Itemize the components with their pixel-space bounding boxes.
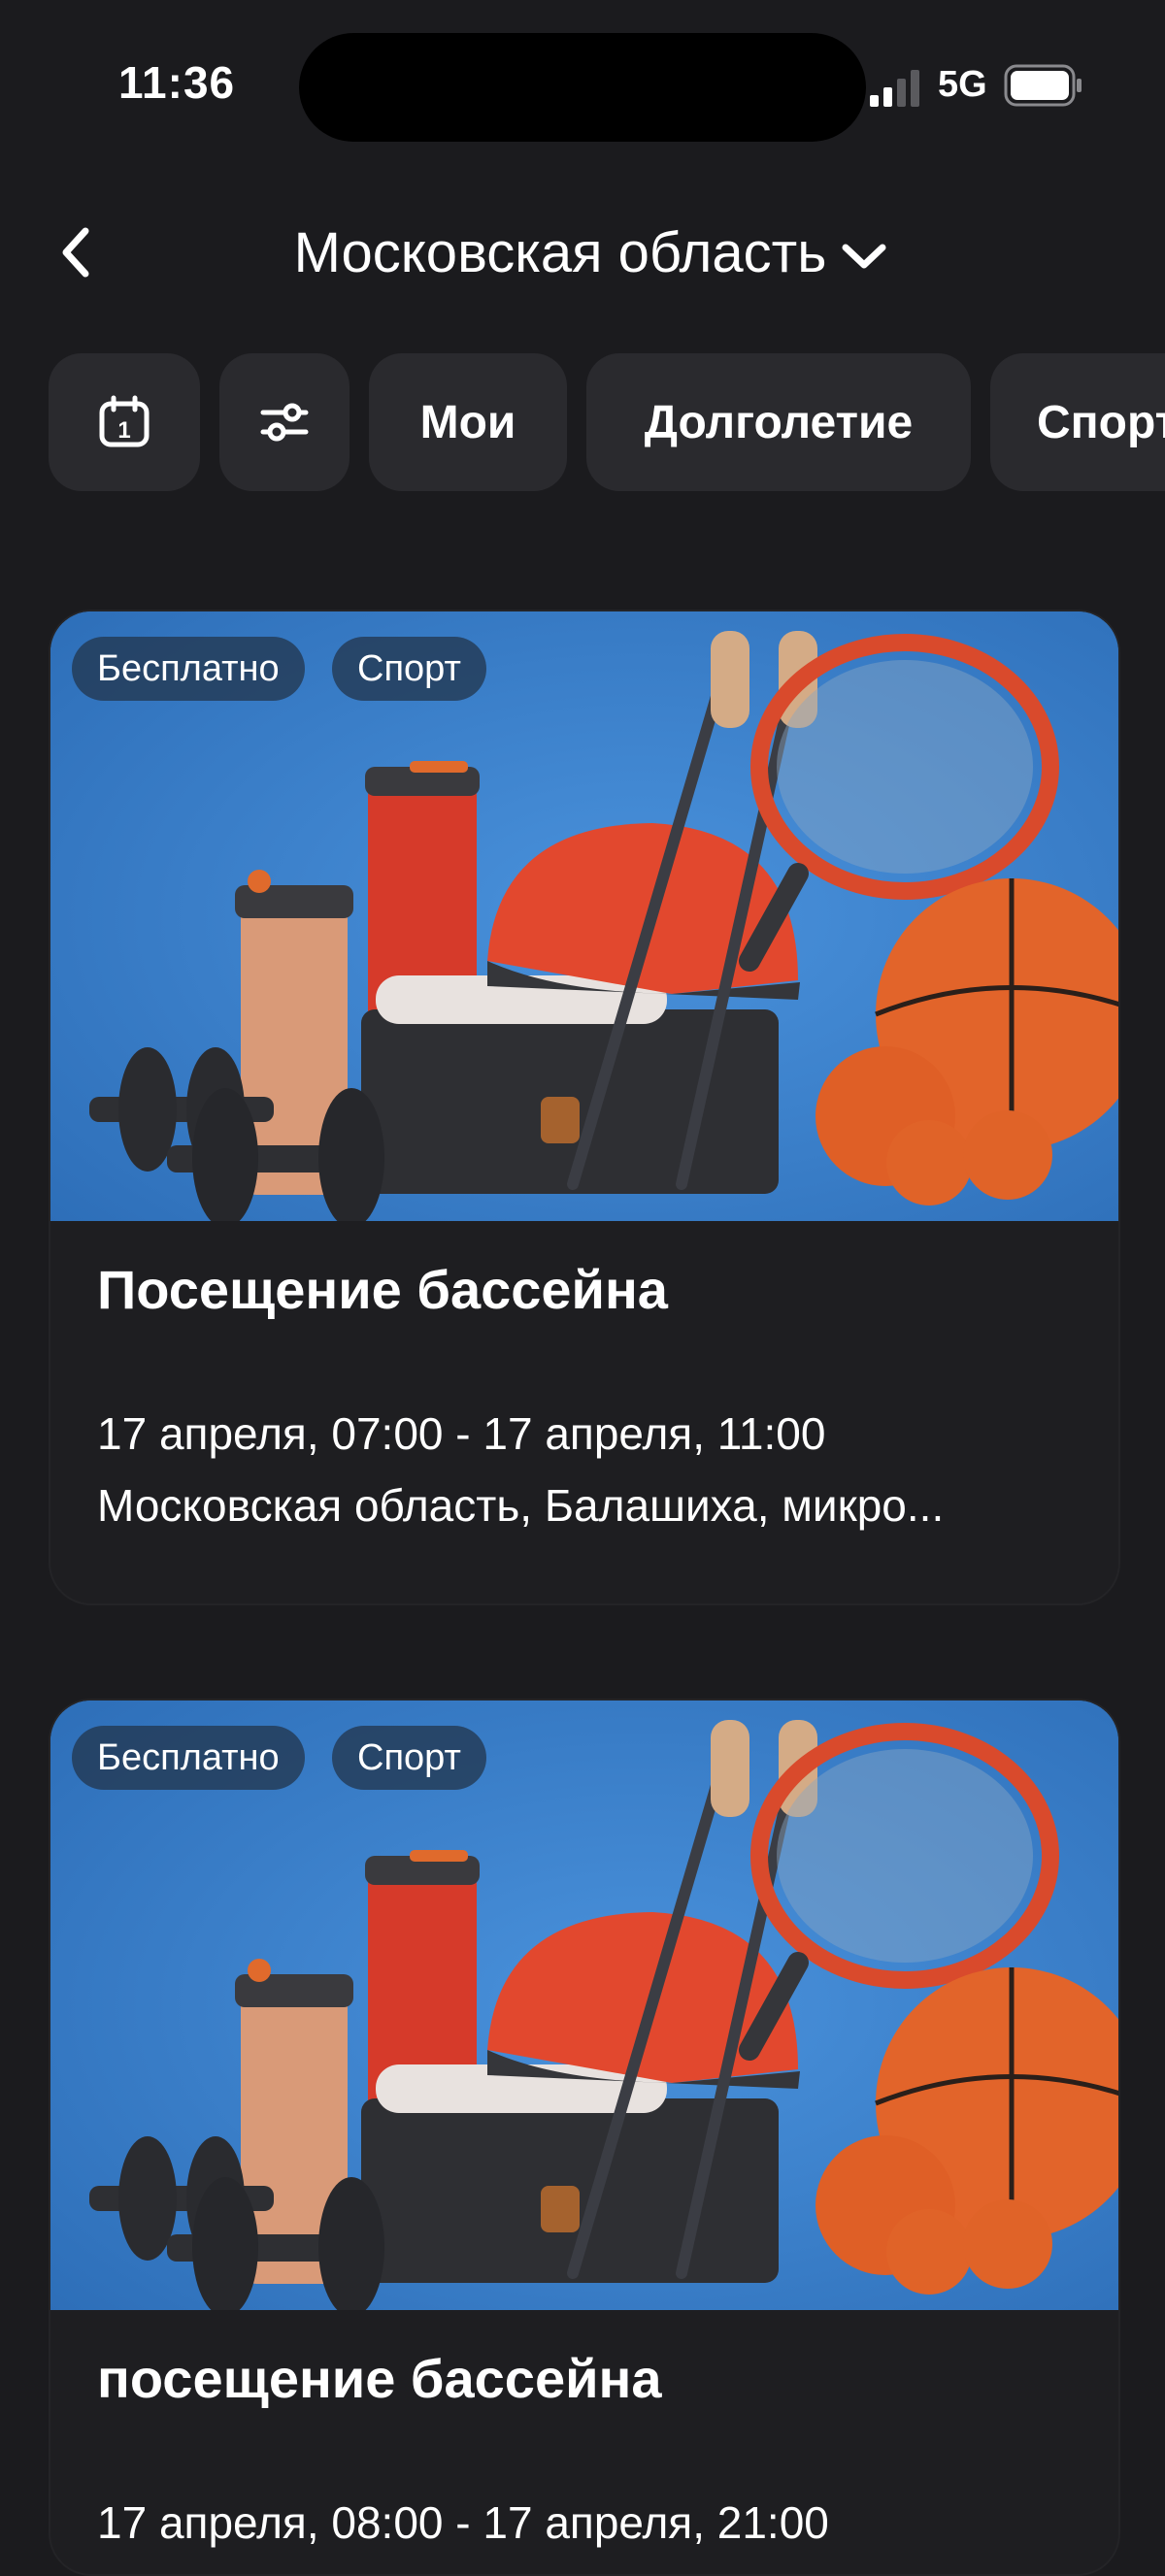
network-type: 5G [938, 64, 987, 105]
region-title: Московская область [293, 220, 827, 284]
dynamic-island [299, 33, 866, 142]
event-date: 17 апреля, 08:00 - 17 апреля, 21:00 [97, 2497, 829, 2548]
badge-category: Спорт [332, 1726, 486, 1790]
sliders-icon [260, 403, 309, 442]
event-image [50, 1701, 1118, 2310]
event-title: Посещение бассейна [97, 1259, 668, 1320]
chip-sport[interactable]: Спорт [990, 353, 1165, 491]
chevron-down-icon [842, 244, 886, 269]
event-image [50, 611, 1118, 1221]
chip-my[interactable]: Мои [369, 353, 567, 491]
calendar-filter-button[interactable]: 1 [49, 353, 200, 491]
status-bar: 11:36 5G [0, 0, 1165, 175]
calendar-icon: 1 [99, 395, 150, 447]
event-title: посещение бассейна [97, 2348, 662, 2409]
badge-free: Бесплатно [72, 1726, 305, 1790]
status-time: 11:36 [118, 57, 236, 108]
event-card[interactable]: Бесплатно Спорт Посещение бассейна 17 ап… [49, 610, 1120, 1605]
event-card[interactable]: Бесплатно Спорт посещение бассейна 17 ап… [49, 1699, 1120, 2576]
battery-icon [1004, 64, 1082, 107]
event-date: 17 апреля, 07:00 - 17 апреля, 11:00 [97, 1408, 826, 1459]
region-selector[interactable]: Московская область [0, 215, 1165, 289]
signal-icon [870, 70, 919, 107]
event-address: Московская область, Балашиха, микро... [97, 1480, 945, 1531]
filter-bar: 1 Мои Долголетие Спорт [49, 353, 1165, 491]
chip-longevity[interactable]: Долголетие [586, 353, 971, 491]
badge-category: Спорт [332, 637, 486, 701]
svg-text:1: 1 [117, 417, 130, 444]
badge-free: Бесплатно [72, 637, 305, 701]
settings-filter-button[interactable] [219, 353, 350, 491]
